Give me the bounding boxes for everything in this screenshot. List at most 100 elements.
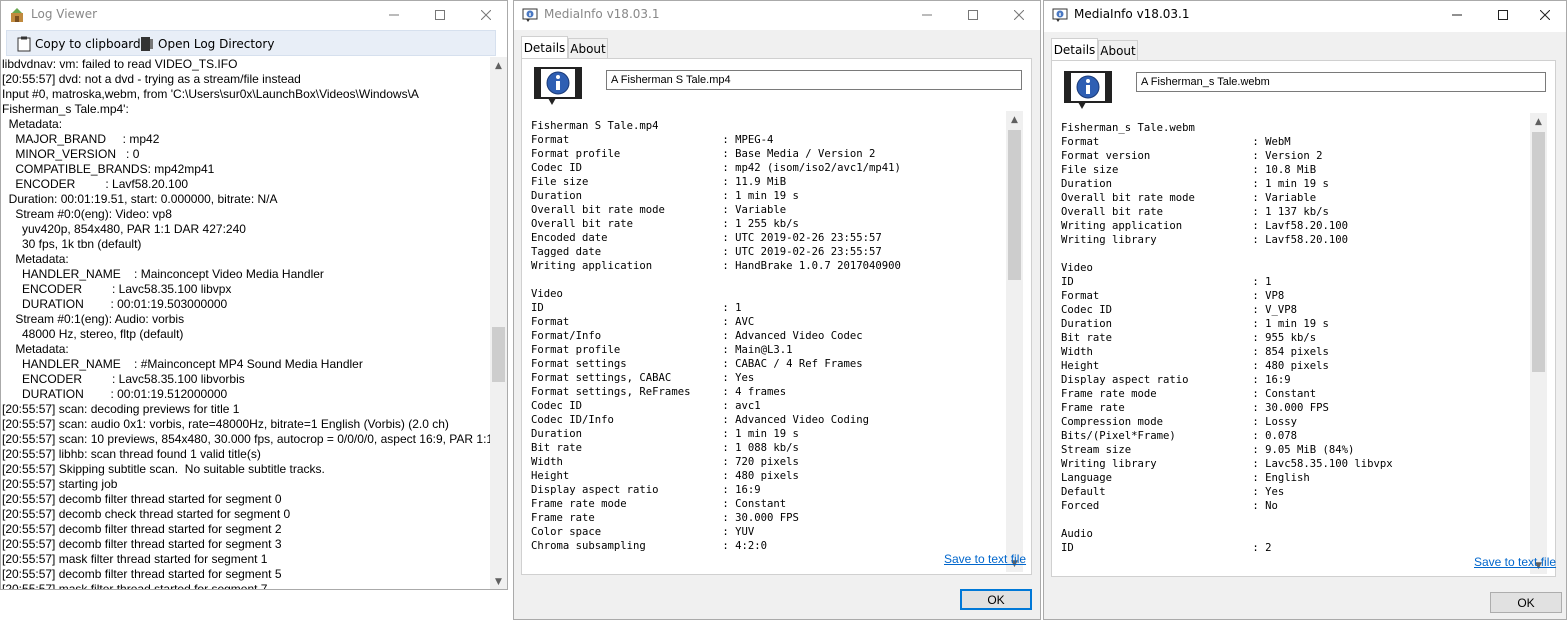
info-line: Height : 480 pixels [1061, 360, 1329, 372]
filename-field[interactable]: A Fisherman_s Tale.webm [1136, 72, 1546, 92]
mediainfo-2-titlebar[interactable]: MediaInfo v18.03.1 [1044, 1, 1566, 29]
tab-details[interactable]: Details [1051, 38, 1098, 60]
info-line: Frame rate mode : Constant [531, 498, 787, 510]
info-line: Duration : 1 min 19 s [1061, 318, 1329, 330]
media-info-scrollbar[interactable]: ▲ ▼ [1006, 111, 1023, 572]
media-info-text-area[interactable]: Fisherman_s Tale.webm Format : WebM Format… [1060, 113, 1547, 574]
maximize-button[interactable] [417, 1, 463, 29]
media-info-scrollbar[interactable]: ▲ ▼ [1530, 113, 1547, 574]
info-line: Writing library : Lavf58.20.100 [1061, 234, 1349, 246]
media-info-text-area[interactable]: Fisherman S Tale.mp4 Format : MPEG-4 Forma… [530, 111, 1023, 572]
scroll-up-arrow-icon[interactable]: ▲ [490, 57, 507, 74]
info-line: Duration : 1 min 19 s [1061, 178, 1329, 190]
log-line: [20:55:57] starting job [2, 477, 118, 491]
open-log-directory-button[interactable]: Open Log Directory [140, 34, 274, 54]
scroll-up-arrow-icon[interactable]: ▲ [1530, 113, 1547, 130]
media-info-scrollbar-thumb[interactable] [1008, 130, 1021, 280]
log-line: [20:55:57] libhb: scan thread found 1 va… [2, 447, 261, 461]
ok-button[interactable]: OK [960, 589, 1032, 610]
log-line: Metadata: [2, 252, 69, 266]
log-line: [20:55:57] scan: audio 0x1: vorbis, rate… [2, 417, 449, 431]
maximize-button[interactable] [950, 1, 996, 29]
mediainfo-1-body: Details About A Fisherman S Tale.mp4 Fis… [514, 30, 1040, 619]
log-line: [20:55:57] decomb check thread started f… [2, 507, 291, 521]
media-info-scrollbar-thumb[interactable] [1532, 132, 1545, 372]
filename-field[interactable]: A Fisherman S Tale.mp4 [606, 70, 1022, 90]
copy-to-clipboard-label: Copy to clipboard [35, 37, 141, 51]
info-line: Overall bit rate : 1 255 kb/s [531, 218, 799, 230]
info-line [531, 273, 901, 287]
mediainfo-logo-icon [534, 66, 582, 106]
info-line: Language : English [1061, 472, 1310, 484]
log-line: ENCODER : Lavc58.35.100 libvpx [2, 282, 232, 296]
scroll-down-arrow-icon[interactable]: ▼ [490, 573, 507, 589]
info-line: Video [531, 288, 563, 300]
close-button[interactable] [1522, 1, 1566, 29]
close-button[interactable] [996, 1, 1040, 29]
info-line: Format profile : Main@L3.1 [531, 344, 793, 356]
log-line: HANDLER_NAME : #Mainconcept MP4 Sound Me… [2, 357, 363, 371]
info-line: File size : 11.9 MiB [531, 176, 787, 188]
log-line: [20:55:57] decomb filter thread started … [2, 492, 282, 506]
log-line: 48000 Hz, stereo, fltp (default) [2, 327, 184, 341]
save-to-text-file-link[interactable]: Save to text file [1474, 555, 1556, 569]
open-log-directory-label: Open Log Directory [158, 37, 275, 51]
log-scrollbar-thumb[interactable] [492, 327, 505, 382]
info-line: Format settings : CABAC / 4 Ref Frames [531, 358, 863, 370]
info-line: Height : 480 pixels [531, 470, 799, 482]
mediainfo-1-titlebar[interactable]: MediaInfo v18.03.1 [514, 1, 1040, 29]
log-text-area[interactable]: libdvdnav: vm: failed to read VIDEO_TS.I… [2, 57, 490, 589]
minimize-button[interactable] [1434, 1, 1480, 29]
log-scrollbar[interactable]: ▲ ▼ [490, 57, 507, 589]
info-line: Duration : 1 min 19 s [531, 190, 799, 202]
info-line: Codec ID : mp42 (isom/iso2/avc1/mp41) [531, 162, 901, 174]
log-viewer-window: Log Viewer Copy to clipboard Open Log Di… [0, 0, 508, 590]
info-line: Duration : 1 min 19 s [531, 428, 799, 440]
ok-button[interactable]: OK [1490, 592, 1562, 613]
log-line: libdvdnav: vm: failed to read VIDEO_TS.I… [2, 57, 238, 71]
log-line: MAJOR_BRAND : mp42 [2, 132, 160, 146]
log-line: [20:55:57] mask filter thread started fo… [2, 582, 268, 589]
info-line: Format : AVC [531, 316, 755, 328]
copy-to-clipboard-button[interactable]: Copy to clipboard [17, 34, 141, 54]
info-line: Codec ID : V_VP8 [1061, 304, 1297, 316]
info-line: Forced : No [1061, 500, 1278, 512]
info-line: Codec ID/Info : Advanced Video Coding [531, 414, 870, 426]
scroll-up-arrow-icon[interactable]: ▲ [1006, 111, 1023, 128]
log-line: Duration: 00:01:19.51, start: 0.000000, … [2, 192, 278, 206]
info-line: Display aspect ratio : 16:9 [1061, 374, 1291, 386]
log-line: [20:55:57] Skipping subtitle scan. No su… [2, 462, 325, 476]
info-line: Compression mode : Lossy [1061, 416, 1297, 428]
log-line: DURATION : 00:01:19.512000000 [2, 387, 228, 401]
tab-about[interactable]: About [1098, 40, 1138, 60]
minimize-button[interactable] [371, 1, 417, 29]
info-line: Format : WebM [1061, 136, 1291, 148]
log-line: COMPATIBLE_BRANDS: mp42mp41 [2, 162, 215, 176]
log-line: Stream #0:0(eng): Video: vp8 [2, 207, 172, 221]
info-line: Tagged date : UTC 2019-02-26 23:55:57 [531, 246, 882, 258]
folder-icon [141, 37, 153, 51]
save-to-text-file-link[interactable]: Save to text file [944, 552, 1026, 566]
info-line: Width : 720 pixels [531, 456, 799, 468]
info-line: Format/Info : Advanced Video Codec [531, 330, 863, 342]
mediainfo-app-icon [1052, 7, 1068, 23]
info-line: File size : 10.8 MiB [1061, 164, 1317, 176]
log-line: Fisherman_s Tale.mp4': [2, 102, 129, 116]
maximize-button[interactable] [1480, 1, 1526, 29]
tab-details[interactable]: Details [521, 36, 568, 58]
mediainfo-2-body: Details About A Fisherman_s Tale.webm Fi… [1044, 32, 1566, 619]
info-line: Audio [1061, 528, 1093, 540]
close-button[interactable] [463, 1, 507, 29]
log-line: Stream #0:1(eng): Audio: vorbis [2, 312, 185, 326]
info-line: Default : Yes [1061, 486, 1285, 498]
log-line: [20:55:57] dvd: not a dvd - trying as a … [2, 72, 301, 86]
minimize-button[interactable] [904, 1, 950, 29]
log-line: [20:55:57] decomb filter thread started … [2, 567, 282, 581]
info-line: Overall bit rate : 1 137 kb/s [1061, 206, 1329, 218]
log-line: Metadata: [2, 117, 63, 131]
log-viewer-titlebar[interactable]: Log Viewer [1, 1, 507, 29]
mediainfo-logo-icon [1064, 70, 1112, 110]
info-line: ID : 2 [1061, 542, 1272, 554]
tab-about[interactable]: About [568, 38, 608, 58]
mediainfo-1-title: MediaInfo v18.03.1 [544, 7, 660, 21]
